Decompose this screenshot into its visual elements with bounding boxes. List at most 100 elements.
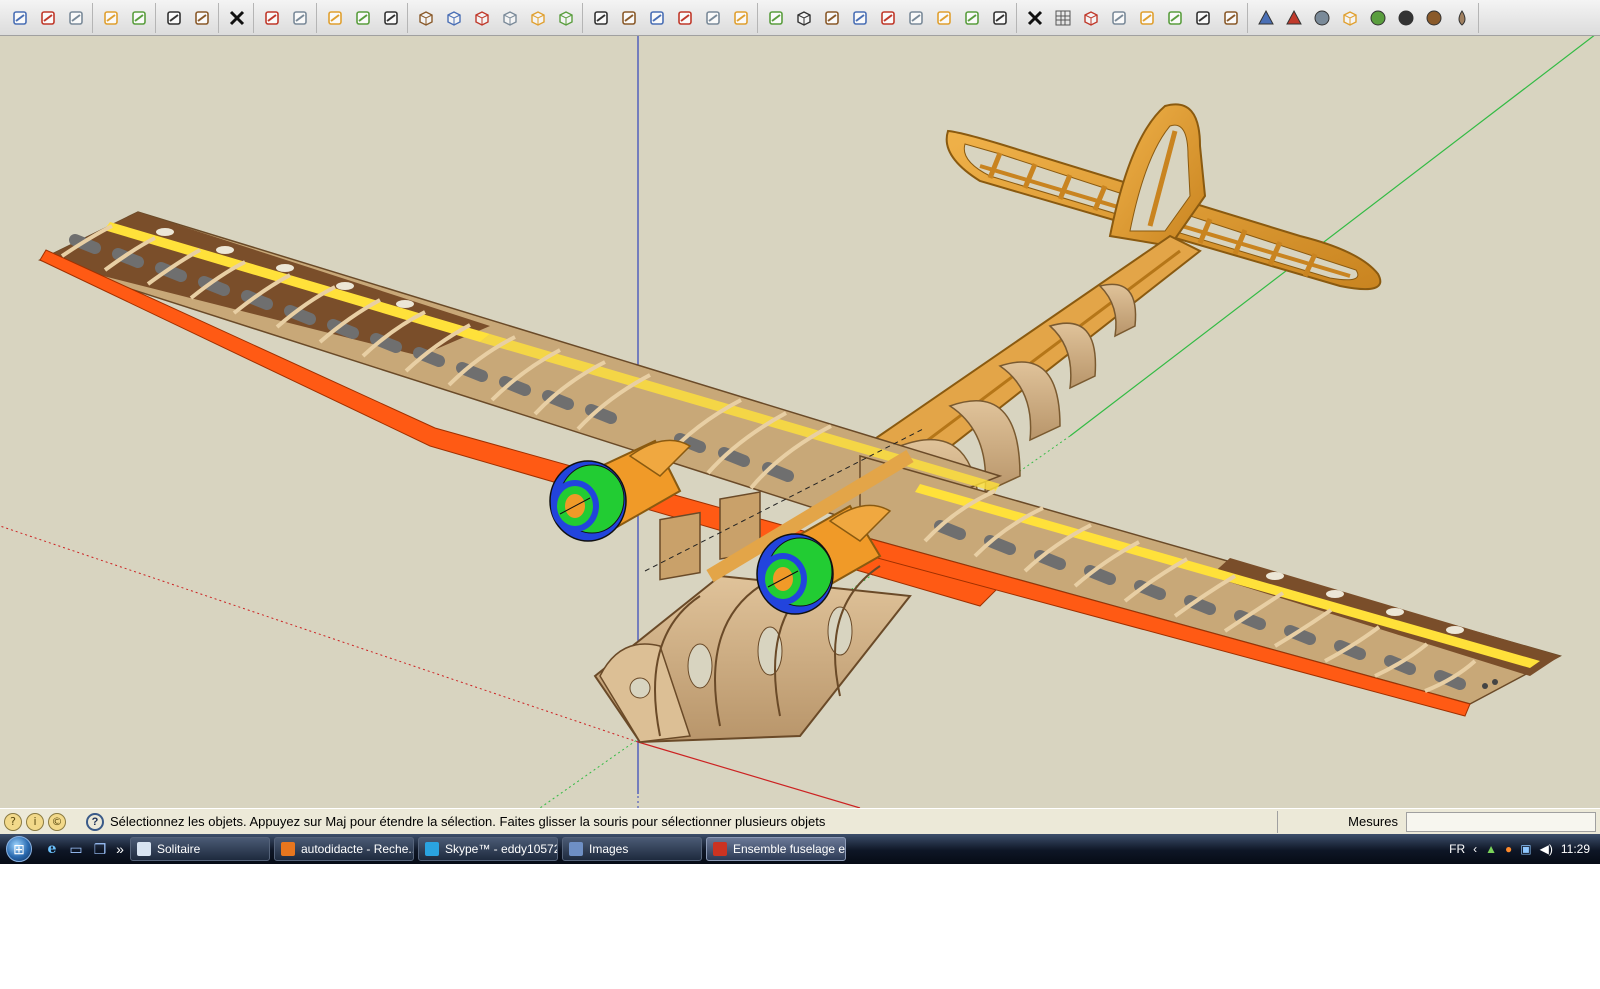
cube-button[interactable]	[1337, 5, 1363, 31]
left-view-button[interactable]	[553, 5, 579, 31]
new-file-button[interactable]	[7, 5, 33, 31]
taskbar-button[interactable]: autodidacte - Reche...	[274, 837, 414, 861]
taskbar-button[interactable]: Solitaire	[130, 837, 270, 861]
pyramid-button[interactable]	[1253, 5, 1279, 31]
print-button[interactable]	[322, 5, 348, 31]
measures-label: Mesures	[1348, 814, 1398, 829]
flip-edge-button[interactable]	[1190, 5, 1216, 31]
paste-icon	[195, 10, 209, 25]
grid-button[interactable]	[1050, 5, 1076, 31]
volume-icon[interactable]: ◀)	[1540, 842, 1553, 856]
shaded-button[interactable]	[672, 5, 698, 31]
select-button[interactable]	[378, 5, 404, 31]
tape-measure-icon	[937, 10, 951, 25]
top-view-icon	[447, 10, 461, 26]
open-folder-icon	[41, 10, 55, 25]
drape-button[interactable]	[1106, 5, 1132, 31]
language-indicator[interactable]: FR	[1449, 842, 1465, 856]
push-pull-button[interactable]	[819, 5, 845, 31]
erase-button[interactable]	[224, 5, 250, 31]
iso-view-button[interactable]	[413, 5, 439, 31]
paint-bucket-button[interactable]	[126, 5, 152, 31]
sandbox-button[interactable]	[1078, 5, 1104, 31]
windows-taskbar: ⊞ e ▭ ❐ » Solitaire autodidacte - Reche..…	[0, 834, 1600, 864]
protractor-button[interactable]	[959, 5, 985, 31]
dome-button[interactable]	[1393, 5, 1419, 31]
smoove-icon	[1140, 10, 1154, 25]
show-hidden-icons-icon[interactable]: ‹	[1473, 842, 1477, 856]
hidden-line-button[interactable]	[644, 5, 670, 31]
textured-button[interactable]	[700, 5, 726, 31]
drop-button[interactable]	[1449, 5, 1475, 31]
airplane-model-drawing[interactable]	[0, 36, 1600, 808]
switch-windows-icon[interactable]: ❐	[90, 839, 110, 859]
cone-button[interactable]	[1281, 5, 1307, 31]
half-sphere-button[interactable]	[1421, 5, 1447, 31]
save-button[interactable]	[63, 5, 89, 31]
rectangle-tool-button[interactable]	[763, 5, 789, 31]
box-tool-button[interactable]	[791, 5, 817, 31]
clock[interactable]: 11:29	[1561, 842, 1590, 856]
taskbar-button[interactable]: Images	[562, 837, 702, 861]
add-detail-icon	[1224, 10, 1238, 25]
redo-button[interactable]	[287, 5, 313, 31]
sphere-button[interactable]	[1309, 5, 1335, 31]
cut-button[interactable]	[161, 5, 187, 31]
follow-me-button[interactable]	[847, 5, 873, 31]
offset-icon	[881, 10, 895, 25]
help-icon[interactable]: ?	[86, 812, 104, 831]
back-view-button[interactable]	[525, 5, 551, 31]
status-message: Sélectionnez les objets. Appuyez sur Maj…	[110, 814, 826, 829]
close-x-button[interactable]	[1022, 5, 1048, 31]
stamp-icon	[1168, 10, 1182, 25]
start-button[interactable]: ⊞	[0, 834, 38, 864]
print-icon	[328, 10, 342, 25]
task-list: Solitaire autodidacte - Reche... Skype™ - …	[126, 837, 846, 861]
undo-button[interactable]	[259, 5, 285, 31]
right-view-button[interactable]	[497, 5, 523, 31]
smoove-button[interactable]	[1134, 5, 1160, 31]
textured-icon	[706, 10, 720, 25]
3d-viewport[interactable]	[0, 36, 1600, 808]
main-toolbar	[0, 0, 1600, 36]
stamp-button[interactable]	[1162, 5, 1188, 31]
front-view-button[interactable]	[469, 5, 495, 31]
section-plane-button[interactable]	[903, 5, 929, 31]
tape-measure-button[interactable]	[931, 5, 957, 31]
taskbar-button-label: Images	[589, 842, 629, 856]
taskbar-button[interactable]: Skype™ - eddy10572	[418, 837, 558, 861]
system-tray: FR ‹ ▲ ● ▣ ◀) 11:29	[1441, 834, 1600, 864]
top-view-button[interactable]	[441, 5, 467, 31]
half-sphere-icon	[1426, 10, 1442, 25]
open-folder-button[interactable]	[35, 5, 61, 31]
torus-button[interactable]	[1365, 5, 1391, 31]
axes-button[interactable]	[987, 5, 1013, 31]
toolbar-group	[158, 2, 219, 33]
credits-icon[interactable]: i	[26, 812, 44, 831]
toolbar-group	[1019, 2, 1248, 33]
more-chevron-icon[interactable]: »	[114, 839, 126, 859]
taskbar-button[interactable]: Ensemble fuselage e...	[706, 837, 846, 861]
monitor-tray-icon[interactable]: ▣	[1520, 842, 1531, 856]
model-info-button[interactable]	[350, 5, 376, 31]
paint-bucket-icon	[132, 10, 146, 25]
make-component-button[interactable]	[98, 5, 124, 31]
taskbar-button-label: Solitaire	[157, 842, 201, 856]
windows-logo-icon: ⊞	[6, 836, 32, 862]
desktop-icon[interactable]: ▭	[66, 839, 86, 859]
antivirus-tray-icon[interactable]: ●	[1505, 842, 1512, 856]
network-tray-icon[interactable]: ▲	[1485, 842, 1497, 856]
paste-button[interactable]	[189, 5, 215, 31]
add-detail-button[interactable]	[1218, 5, 1244, 31]
cut-icon	[167, 10, 181, 25]
measures-input[interactable]	[1406, 811, 1596, 832]
app-icon	[137, 842, 151, 856]
monochrome-button[interactable]	[728, 5, 754, 31]
xray-button[interactable]	[588, 5, 614, 31]
offset-button[interactable]	[875, 5, 901, 31]
ie-icon[interactable]: e	[42, 839, 62, 859]
wireframe-button[interactable]	[616, 5, 642, 31]
redo-icon	[293, 10, 307, 25]
geolocation-icon[interactable]: ?	[4, 812, 22, 831]
user-icon[interactable]: ©	[48, 812, 66, 831]
